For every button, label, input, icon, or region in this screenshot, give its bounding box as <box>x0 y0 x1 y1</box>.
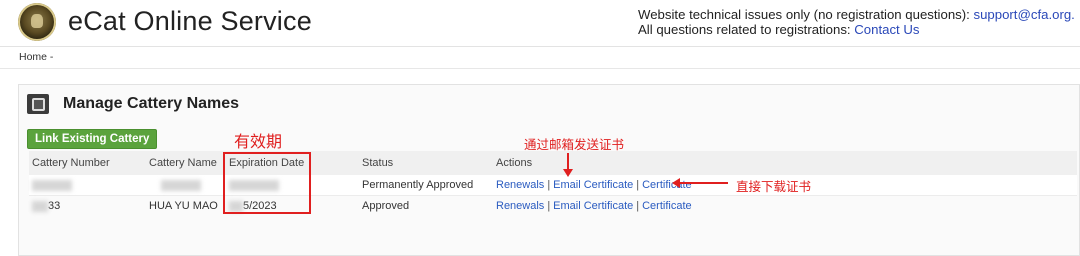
link-existing-cattery-button[interactable]: Link Existing Cattery <box>27 129 158 149</box>
cattery-name-cell <box>161 179 201 191</box>
contact-us-link[interactable]: Contact Us <box>854 22 919 37</box>
status-cell: Approved <box>362 200 410 212</box>
status-cell: Permanently Approved <box>362 179 474 191</box>
breadcrumb-bar: Home - <box>0 48 1080 69</box>
certificate-link[interactable]: Certificate <box>642 200 692 212</box>
registration-label: All questions related to registrations: <box>638 22 855 37</box>
redacted-number <box>32 179 72 191</box>
table-header: Cattery Number Cattery Name Expiration D… <box>29 151 1077 176</box>
manage-cattery-panel: Manage Cattery Names Link Existing Catte… <box>18 84 1080 256</box>
separator: | <box>547 200 551 212</box>
col-status: Status <box>362 157 394 169</box>
table-row: Permanently Approved Renewals | Email Cert… <box>29 175 1077 196</box>
separator: | <box>547 179 551 191</box>
registration-line: All questions related to registrations: … <box>638 22 1075 37</box>
redacted-name <box>161 179 201 191</box>
expiration-highlight-box <box>223 152 311 214</box>
arrow-left-icon <box>672 178 728 188</box>
actions-cell: Renewals | Email Certificate | Certificate <box>496 179 692 191</box>
tech-support-line: Website technical issues only (no regist… <box>638 7 1075 22</box>
cattery-card-icon <box>27 94 49 114</box>
panel-title: Manage Cattery Names <box>63 95 240 112</box>
cattery-number-cell <box>32 179 72 191</box>
certificate-link[interactable]: Certificate <box>642 179 692 191</box>
email-certificate-link[interactable]: Email Certificate <box>553 179 633 191</box>
col-actions: Actions <box>496 157 533 169</box>
redacted-number <box>32 200 48 212</box>
panel-header: Manage Cattery Names <box>19 85 1079 123</box>
validity-annotation: 有效期 <box>234 134 283 151</box>
email-certificate-link[interactable]: Email Certificate <box>553 200 633 212</box>
contact-info: Website technical issues only (no regist… <box>638 7 1075 37</box>
cattery-number-cell: 33 <box>32 200 60 212</box>
cfa-logo-icon[interactable] <box>18 3 56 41</box>
cattery-name-cell: HUA YU MAO <box>149 200 218 212</box>
separator: | <box>636 179 640 191</box>
table-row: 33 HUA YU MAO 5/2023 Approved Renewals | E… <box>29 196 1077 216</box>
site-title: eCat Online Service <box>68 6 312 36</box>
tech-support-label: Website technical issues only (no regist… <box>638 7 974 22</box>
support-email-link[interactable]: support@cfa.org. <box>973 7 1074 22</box>
col-cattery-number: Cattery Number <box>32 157 110 169</box>
arrow-down-icon <box>563 153 573 177</box>
breadcrumb[interactable]: Home - <box>19 51 53 63</box>
separator: | <box>636 200 640 212</box>
col-cattery-name: Cattery Name <box>149 157 217 169</box>
email-send-annotation: 通过邮箱发送证书 <box>524 138 625 152</box>
site-header: eCat Online Service Website technical is… <box>0 0 1080 47</box>
renewals-link[interactable]: Renewals <box>496 200 544 212</box>
direct-download-annotation: 直接下载证书 <box>736 180 812 194</box>
renewals-link[interactable]: Renewals <box>496 179 544 191</box>
actions-cell: Renewals | Email Certificate | Certificate <box>496 200 692 212</box>
